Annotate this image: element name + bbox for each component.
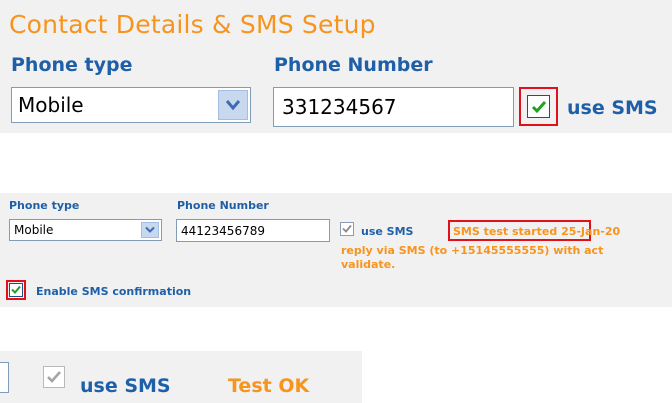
enable-sms-confirmation-checkbox[interactable] [9, 283, 23, 297]
test-status-label: Test OK [228, 375, 310, 397]
use-sms-label: use SMS [567, 97, 658, 119]
chevron-down-icon[interactable] [218, 90, 248, 120]
checkmark-icon [11, 285, 21, 294]
phone-type-label: Phone type [9, 199, 80, 212]
page-title: Contact Details & SMS Setup [9, 10, 376, 39]
phone-number-label: Phone Number [274, 54, 433, 76]
checkmark-icon [531, 100, 546, 113]
contact-details-panel-large: Contact Details & SMS Setup Phone type P… [0, 0, 672, 133]
phone-type-select[interactable]: Mobile [9, 219, 162, 241]
phone-number-label: Phone Number [177, 199, 269, 212]
use-sms-checkbox[interactable] [527, 95, 550, 118]
use-sms-checkbox[interactable] [43, 366, 65, 388]
contact-details-panel-small: Phone type Phone Number Mobile 441234567… [0, 193, 672, 307]
use-sms-label: use SMS [80, 375, 171, 397]
phone-number-input-edge[interactable] [0, 362, 9, 393]
sms-status-highlight: SMS test started [453, 225, 558, 238]
phone-type-value: Mobile [14, 223, 54, 237]
use-sms-label: use SMS [361, 225, 414, 238]
sms-status-date: 25-Jan-20 [557, 225, 621, 238]
phone-number-input[interactable]: 44123456789 [176, 219, 330, 242]
sms-status-line-2: reply via SMS (to +15145555555) with act [341, 244, 604, 257]
test-result-panel: use SMS Test OK [0, 351, 362, 403]
phone-type-label: Phone type [11, 54, 133, 76]
phone-number-input[interactable]: 331234567 [273, 87, 514, 127]
phone-type-select[interactable]: Mobile [11, 87, 251, 123]
use-sms-checkbox[interactable] [340, 222, 354, 236]
checkmark-icon [342, 224, 352, 233]
phone-type-value: Mobile [18, 93, 84, 117]
sms-status-text: SMS test started 25-Jan-20 [453, 225, 620, 238]
chevron-down-icon[interactable] [141, 222, 159, 238]
enable-sms-confirmation-label: Enable SMS confirmation [36, 285, 192, 298]
checkmark-icon [47, 371, 61, 383]
sms-status-line-3: validate. [341, 258, 396, 271]
